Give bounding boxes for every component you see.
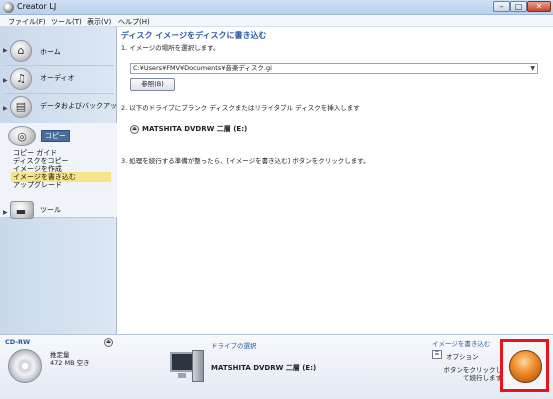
close-button[interactable]: ✕ <box>527 1 551 12</box>
options-button[interactable]: オプション <box>446 351 479 361</box>
expand-arrow-icon: ▶ <box>3 105 8 112</box>
title-bar: Creator LJ – □ ✕ <box>0 0 553 15</box>
sidebar-item-audio[interactable]: ▶ ♫ オーディオ <box>0 65 117 93</box>
expand-arrow-icon: ▶ <box>3 47 8 54</box>
subitem-upgrade[interactable]: アップグレード <box>13 180 62 190</box>
selected-drive[interactable]: MATSHITA DVDRW 二層 (E:) <box>211 363 316 373</box>
window-title: Creator LJ <box>17 2 57 11</box>
menu-tools[interactable]: ツール(T) <box>51 17 82 27</box>
drive-select-label: ドライブの選択 <box>211 342 257 350</box>
chevron-down-icon: ▼ <box>530 65 535 72</box>
image-path-value: C:¥Users¥FMV¥Documents¥音楽ディスク.gi <box>133 64 272 72</box>
disc-copy-icon: ◎ <box>8 126 36 146</box>
headphones-icon: ♫ <box>10 68 32 90</box>
eject-icon[interactable]: ⏏ <box>104 338 113 347</box>
home-icon: ⌂ <box>10 40 32 62</box>
page-title: ディスク イメージをディスクに書き込む <box>121 31 267 40</box>
write-hint: ボタンをクリックして続行します <box>443 366 503 382</box>
image-path-select[interactable]: C:¥Users¥FMV¥Documents¥音楽ディスク.gi ▼ <box>130 63 538 74</box>
folder-icon: ▤ <box>10 96 32 118</box>
write-image-button[interactable] <box>509 350 542 383</box>
main-panel: ディスク イメージをディスクに書き込む 1. イメージの場所を選択します。 C:… <box>118 27 553 334</box>
options-icon[interactable]: ☰ <box>432 350 442 359</box>
sidebar-item-data-backup[interactable]: ▶ ▤ データおよびバックアップ <box>0 93 124 121</box>
media-type-label: CD-RW <box>5 338 31 346</box>
app-disc-icon <box>3 2 14 13</box>
sidebar-item-tools[interactable]: ▶ ▬ ツール <box>0 197 117 225</box>
eject-icon[interactable]: ⏏ <box>130 124 139 134</box>
browse-button[interactable]: 参照(B) <box>130 78 175 91</box>
step-2-text: 2. 以下のドライブにブランク ディスクまたはリライタブル ディスクを挿入します <box>121 104 360 112</box>
menu-help[interactable]: ヘルプ(H) <box>118 17 150 27</box>
step-1-text: 1. イメージの場所を選択します。 <box>121 44 220 52</box>
capacity-value: 472 MB 空き <box>50 359 90 367</box>
toolbox-icon: ▬ <box>10 201 34 219</box>
sidebar-item-label: ツール <box>40 206 61 214</box>
target-drive: ⏏ MATSHITA DVDRW 二層 (E:) <box>130 124 247 134</box>
sidebar-item-label: オーディオ <box>40 74 75 82</box>
status-bar: CD-RW 推定量 472 MB 空き ⏏ ドライブの選択 MATSHITA D… <box>0 334 553 399</box>
expand-arrow-icon: ▶ <box>3 209 8 216</box>
menu-view[interactable]: 表示(V) <box>87 17 111 27</box>
sidebar-item-copy[interactable]: コピー <box>41 130 70 142</box>
drive-name: MATSHITA DVDRW 二層 (E:) <box>142 125 248 133</box>
cd-disc-icon <box>8 349 42 383</box>
computer-icon <box>170 350 204 390</box>
minimize-button[interactable]: – <box>493 1 510 12</box>
maximize-button[interactable]: □ <box>510 1 527 12</box>
sidebar-item-label: データおよびバックアップ <box>40 102 124 110</box>
step-3-text: 3. 処理を続行する準備が整ったら、[イメージを書き込む] ボタンをクリックしま… <box>121 157 370 165</box>
menu-bar: ファイル(F) ツール(T) 表示(V) ヘルプ(H) <box>0 15 553 27</box>
write-image-label: イメージを書き込む <box>432 340 491 348</box>
sidebar-item-label: ホーム <box>40 48 61 56</box>
expand-arrow-icon: ▶ <box>3 77 8 84</box>
menu-file[interactable]: ファイル(F) <box>8 17 46 27</box>
sidebar-item-home[interactable]: ▶ ⌂ ホーム <box>0 37 117 65</box>
write-button-highlight <box>500 339 549 392</box>
sidebar: ▶ ⌂ ホーム ▶ ♫ オーディオ ▶ ▤ データおよびバックアップ ◎ コピー… <box>0 27 124 334</box>
